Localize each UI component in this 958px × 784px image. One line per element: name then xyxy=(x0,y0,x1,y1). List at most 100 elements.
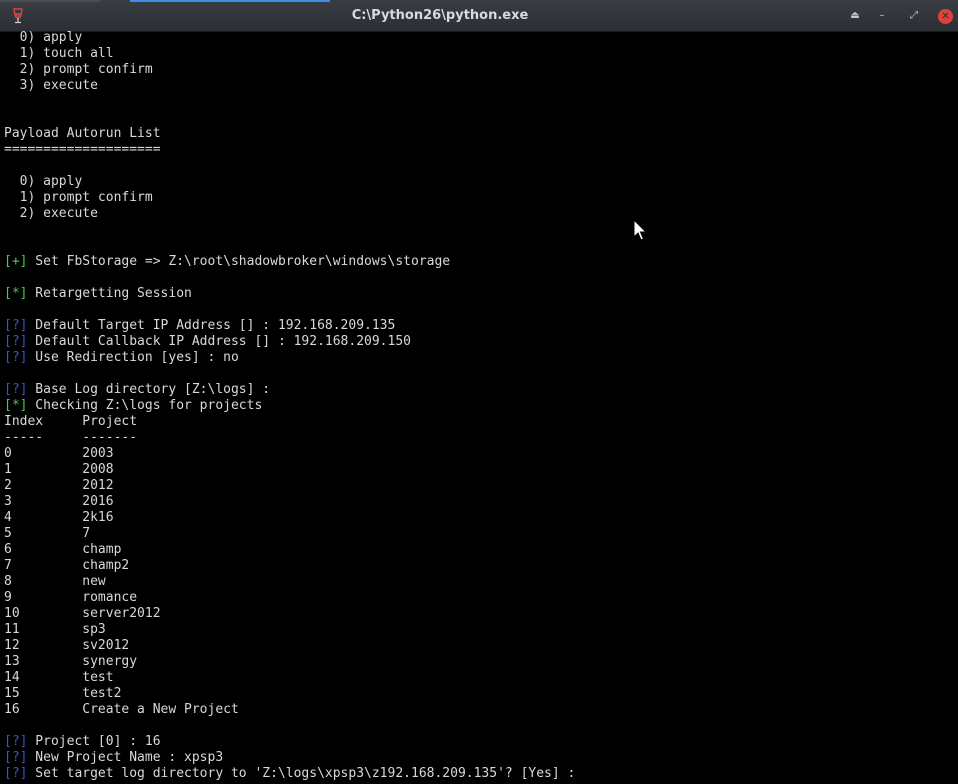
console-line-text: 3) execute xyxy=(4,78,98,93)
console-line: 12 sv2012 xyxy=(4,638,954,654)
console-line: 14 test xyxy=(4,670,954,686)
console-line-text: 10 server2012 xyxy=(4,606,161,621)
window-title: C:\Python26\python.exe xyxy=(351,8,529,23)
console-line-text: 13 synergy xyxy=(4,654,138,669)
console-line: 15 test2 xyxy=(4,686,954,702)
console-line: 5 7 xyxy=(4,526,954,542)
console-line: Index Project xyxy=(4,414,954,430)
console-line: 3) execute xyxy=(4,78,954,94)
console-line-text: Use Redirection [yes] : no xyxy=(27,350,239,365)
console-line-text: 1) prompt confirm xyxy=(4,190,153,205)
console-line: [?] Project [0] : 16 xyxy=(4,734,954,750)
prompt-tag: [?] xyxy=(4,382,28,397)
console-line: 0) apply xyxy=(4,30,954,46)
keep-above-button[interactable]: ⏏ xyxy=(848,9,862,23)
console-line-text: 1) touch all xyxy=(4,46,114,61)
console-line: [*] Retargetting Session xyxy=(4,286,954,302)
console-line-text: 0) apply xyxy=(4,30,83,45)
console-line-text: 0 2003 xyxy=(4,446,114,461)
console-line-text: 2 2012 xyxy=(4,478,114,493)
console-line: 2 2012 xyxy=(4,478,954,494)
console-output[interactable]: 0) apply 1) touch all 2) prompt confirm … xyxy=(4,30,954,784)
prompt-tag: [?] xyxy=(4,334,28,349)
console-line-text: Payload Autorun List xyxy=(4,126,161,141)
console-line: [?] Use Redirection [yes] : no xyxy=(4,350,954,366)
console-line-text: 7 champ2 xyxy=(4,558,130,573)
console-line-text: 15 test2 xyxy=(4,686,122,701)
console-line: [+] Set FbStorage => Z:\root\shadowbroke… xyxy=(4,254,954,270)
console-line: 9 romance xyxy=(4,590,954,606)
console-line-text: Set FbStorage => Z:\root\shadowbroker\wi… xyxy=(27,254,451,269)
console-window: C:\Python26\python.exe ⏏ – ⤢ ✕ 0) apply … xyxy=(0,0,958,784)
console-line: 6 champ xyxy=(4,542,954,558)
console-line: 0 2003 xyxy=(4,446,954,462)
console-line: 1 2008 xyxy=(4,462,954,478)
info-tag: [*] xyxy=(4,286,28,301)
prompt-tag: [?] xyxy=(4,750,28,765)
console-line-text: Default Target IP Address [] : 192.168.2… xyxy=(27,318,396,333)
console-line: 2) prompt confirm xyxy=(4,62,954,78)
console-line-text: Base Log directory [Z:\logs] : xyxy=(27,382,271,397)
info-tag: [*] xyxy=(4,398,28,413)
console-line: [?] New Project Name : xpsp3 xyxy=(4,750,954,766)
console-line: 0) apply xyxy=(4,174,954,190)
console-line-text: 9 romance xyxy=(4,590,138,605)
close-button[interactable]: ✕ xyxy=(938,9,953,24)
console-line-text: 0) apply xyxy=(4,174,83,189)
console-line: 11 sp3 xyxy=(4,622,954,638)
prompt-tag: [?] xyxy=(4,350,28,365)
console-line: 1) prompt confirm xyxy=(4,190,954,206)
console-line: 7 champ2 xyxy=(4,558,954,574)
console-line: 13 synergy xyxy=(4,654,954,670)
title-bar[interactable]: C:\Python26\python.exe ⏏ – ⤢ ✕ xyxy=(0,0,958,32)
console-line: 8 new xyxy=(4,574,954,590)
console-line: 3 2016 xyxy=(4,494,954,510)
console-line-text: 1 2008 xyxy=(4,462,114,477)
console-line-text: Retargetting Session xyxy=(27,286,192,301)
console-line-text: New Project Name : xpsp3 xyxy=(27,750,224,765)
console-line: Payload Autorun List xyxy=(4,126,954,142)
console-line-text: 5 7 xyxy=(4,526,91,541)
console-line-text: ==================== xyxy=(4,142,161,157)
mouse-pointer-icon xyxy=(633,219,648,241)
console-line-text: 11 sp3 xyxy=(4,622,106,637)
console-line-text: Default Callback IP Address [] : 192.168… xyxy=(27,334,411,349)
prompt-tag: [?] xyxy=(4,734,28,749)
console-line-text: 8 new xyxy=(4,574,106,589)
prompt-tag: [?] xyxy=(4,318,28,333)
console-line-text: 4 2k16 xyxy=(4,510,114,525)
console-line-text: 6 champ xyxy=(4,542,122,557)
console-line-text: 12 sv2012 xyxy=(4,638,130,653)
console-line-text: 14 test xyxy=(4,670,114,685)
console-line-text: Checking Z:\logs for projects xyxy=(27,398,263,413)
console-line: 1) touch all xyxy=(4,46,954,62)
console-line: 10 server2012 xyxy=(4,606,954,622)
console-line: 16 Create a New Project xyxy=(4,702,954,718)
console-line: 4 2k16 xyxy=(4,510,954,526)
console-line-text: ----- ------- xyxy=(4,430,138,445)
console-line-text: 16 Create a New Project xyxy=(4,702,239,717)
console-line: [?] Default Target IP Address [] : 192.1… xyxy=(4,318,954,334)
console-line-text: Set target log directory to 'Z:\logs\xps… xyxy=(27,766,576,781)
console-line-text: 2) execute xyxy=(4,206,98,221)
console-line: 2) execute xyxy=(4,206,954,222)
console-line-text: Project [0] : 16 xyxy=(27,734,161,749)
console-line: ==================== xyxy=(4,142,954,158)
console-line-text: Index Project xyxy=(4,414,138,429)
console-line: ----- ------- xyxy=(4,430,954,446)
success-tag: [+] xyxy=(4,254,28,269)
console-line-text: 3 2016 xyxy=(4,494,114,509)
maximize-button[interactable]: ⤢ xyxy=(907,9,921,23)
console-line: [*] Checking Z:\logs for projects xyxy=(4,398,954,414)
minimize-button[interactable]: – xyxy=(875,9,889,23)
console-line: [?] Default Callback IP Address [] : 192… xyxy=(4,334,954,350)
console-line-text: 2) prompt confirm xyxy=(4,62,153,77)
